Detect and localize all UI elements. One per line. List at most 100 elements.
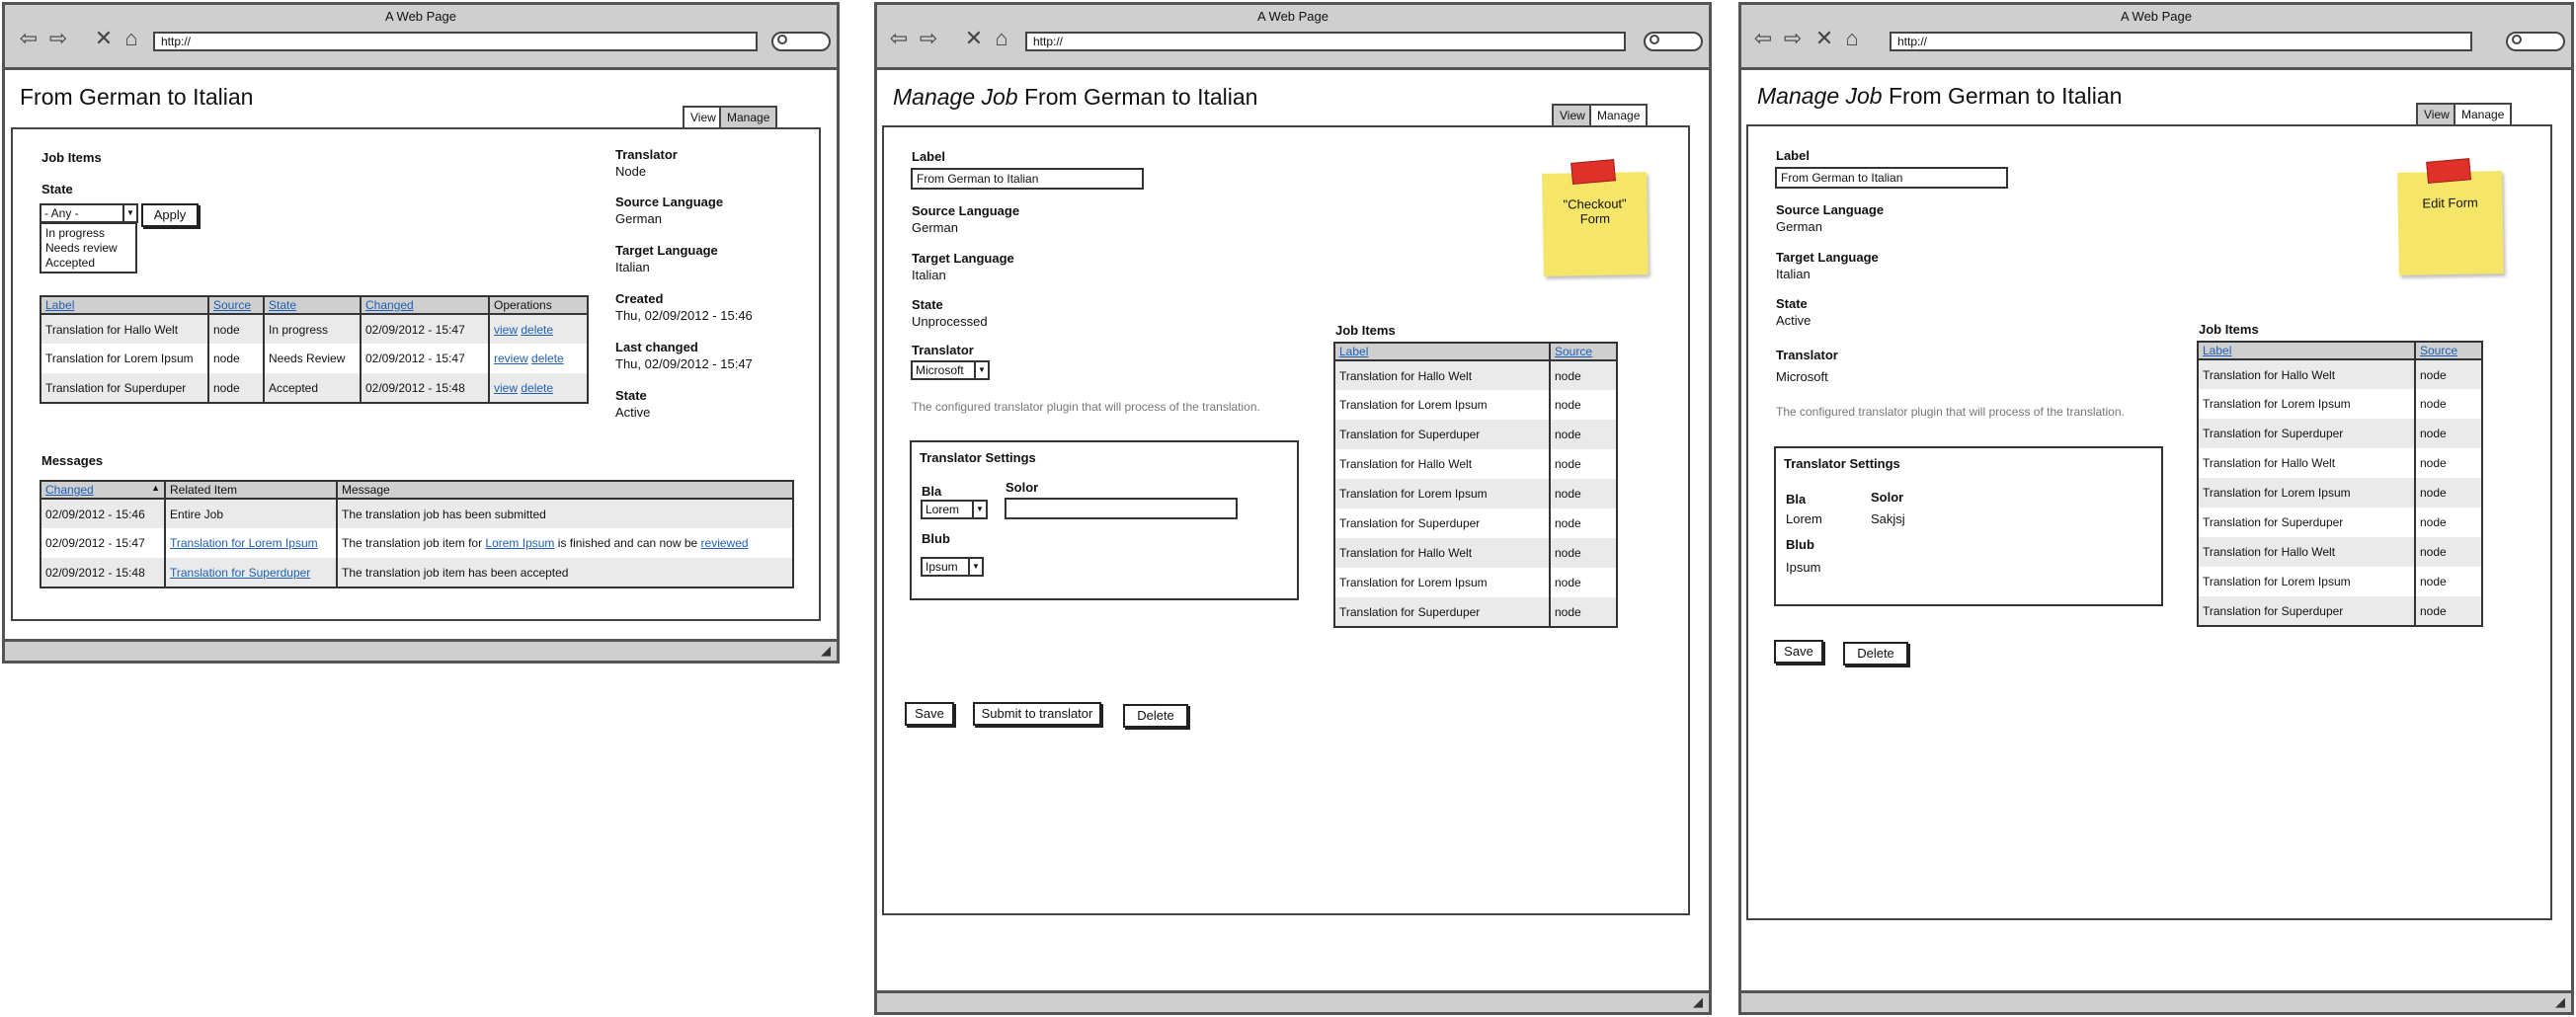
related-item-link[interactable]: Translation for Superduper (170, 566, 310, 580)
target-language-value: Italian (615, 260, 650, 274)
forward-icon[interactable]: ⇨ (44, 25, 72, 52)
column-header-label[interactable]: Label (1339, 345, 1368, 358)
resize-grip-icon[interactable]: ◢ (821, 643, 831, 659)
resize-grip-icon[interactable]: ◢ (1693, 994, 1703, 1010)
forward-icon[interactable]: ⇨ (915, 25, 942, 52)
stop-icon[interactable]: ✕ (90, 25, 118, 52)
save-button[interactable]: Save (905, 702, 954, 726)
delete-button[interactable]: Delete (1843, 642, 1908, 665)
home-icon[interactable]: ⌂ (1838, 25, 1866, 52)
blub-select[interactable]: Ipsum ▼ (921, 557, 984, 577)
cell-state: Accepted (264, 373, 362, 403)
state-filter-select[interactable]: - Any - ▼ (40, 203, 138, 223)
chevron-down-icon: ▼ (122, 205, 136, 221)
tab-view[interactable]: View (1552, 104, 1593, 125)
state-value: Unprocessed (912, 314, 988, 329)
forward-icon[interactable]: ⇨ (1779, 25, 1807, 52)
cell-source: node (2415, 508, 2483, 537)
search-box[interactable] (2506, 32, 2565, 51)
state-option[interactable]: Needs review (45, 241, 131, 256)
content-panel: Label From German to Italian Source Lang… (1746, 124, 2552, 920)
table-row: Translation for Hallo Welt node In progr… (40, 314, 589, 344)
sticky-note-text: Edit Form (2422, 195, 2478, 211)
cell-label: Translation for Hallo Welt (2198, 359, 2416, 389)
cell-related-item: Entire Job (165, 499, 338, 528)
sticky-note-text: "Checkout" Form (1563, 196, 1627, 227)
stop-icon[interactable]: ✕ (960, 25, 988, 52)
messages-heading: Messages (41, 453, 104, 468)
column-header-changed[interactable]: Changed (45, 483, 94, 497)
column-header-changed[interactable]: Changed (365, 298, 414, 312)
column-header-label[interactable]: Label (2203, 344, 2231, 357)
table-row: Translation for Hallo Welt node (1334, 449, 1618, 479)
cell-message: The translation job item has been accept… (337, 558, 794, 587)
reviewed-link[interactable]: reviewed (701, 536, 749, 550)
chevron-down-icon: ▼ (974, 362, 988, 378)
cell-source: node (1550, 390, 1618, 420)
column-header-source[interactable]: Source (1555, 345, 1592, 358)
apply-button[interactable]: Apply (141, 203, 199, 227)
source-language-value: German (1776, 219, 1822, 234)
delete-button[interactable]: Delete (1123, 704, 1188, 728)
back-icon[interactable]: ⇦ (15, 25, 42, 52)
status-bar: ◢ (5, 639, 837, 661)
delete-link[interactable]: delete (521, 323, 553, 337)
label-input[interactable]: From German to Italian (1775, 167, 2008, 189)
address-bar[interactable]: http:// (153, 32, 758, 51)
search-box[interactable] (771, 32, 831, 51)
stop-icon[interactable]: ✕ (1811, 25, 1838, 52)
tab-view[interactable]: View (683, 106, 724, 127)
address-bar[interactable]: http:// (1890, 32, 2472, 51)
view-link[interactable]: view (494, 381, 518, 395)
cell-source: node (208, 344, 265, 373)
cell-label: Translation for Superduper (2198, 419, 2416, 448)
translator-select[interactable]: Microsoft ▼ (911, 360, 990, 380)
label-input[interactable]: From German to Italian (911, 168, 1144, 190)
search-box[interactable] (1644, 32, 1703, 51)
translator-settings-title: Translator Settings (920, 450, 1036, 465)
column-header-source[interactable]: Source (213, 298, 251, 312)
column-header-label[interactable]: Label (45, 298, 74, 312)
job-state-label: State (615, 388, 647, 403)
address-bar[interactable]: http:// (1025, 32, 1626, 51)
home-icon[interactable]: ⌂ (988, 25, 1015, 52)
table-row: 02/09/2012 - 15:47 Translation for Lorem… (40, 528, 794, 558)
review-link[interactable]: review (494, 352, 528, 365)
search-icon (1650, 35, 1659, 44)
blub-label: Blub (922, 531, 950, 546)
bla-select[interactable]: Lorem ▼ (921, 500, 988, 519)
translator-select-value: Microsoft (916, 363, 964, 377)
source-language-value: German (912, 220, 958, 235)
search-icon (777, 35, 787, 44)
table-row: Translation for Hallo Welt node (1334, 538, 1618, 568)
column-header-source[interactable]: Source (2420, 344, 2457, 357)
job-items-table: Label Source State Changed Operations Tr… (40, 295, 589, 404)
cell-changed: 02/09/2012 - 15:48 (40, 558, 166, 587)
back-icon[interactable]: ⇦ (1749, 25, 1777, 52)
state-option[interactable]: In progress (45, 226, 131, 241)
tab-view[interactable]: View (2416, 103, 2457, 124)
cell-changed: 02/09/2012 - 15:46 (40, 499, 166, 528)
state-filter-label: State (41, 182, 73, 196)
delete-link[interactable]: delete (521, 381, 553, 395)
state-filter-value: - Any - (44, 206, 79, 220)
state-option[interactable]: Accepted (45, 256, 131, 271)
solor-input[interactable] (1005, 498, 1238, 519)
tab-manage[interactable]: Manage (719, 106, 778, 127)
column-header-state[interactable]: State (269, 298, 296, 312)
cell-label: Translation for Lorem Ipsum (1334, 568, 1551, 597)
cell-source: node (1550, 479, 1618, 508)
submit-to-translator-button[interactable]: Submit to translator (973, 702, 1101, 726)
save-button[interactable]: Save (1774, 640, 1823, 664)
solor-label: Solor (1871, 490, 1904, 505)
message-item-link[interactable]: Lorem Ipsum (485, 536, 554, 550)
home-icon[interactable]: ⌂ (118, 25, 145, 52)
view-link[interactable]: view (494, 323, 518, 337)
related-item-link[interactable]: Translation for Lorem Ipsum (170, 536, 318, 550)
pin-icon (2426, 158, 2471, 184)
tab-manage[interactable]: Manage (2454, 103, 2513, 124)
resize-grip-icon[interactable]: ◢ (2555, 994, 2565, 1010)
tab-manage[interactable]: Manage (1589, 104, 1649, 125)
back-icon[interactable]: ⇦ (885, 25, 913, 52)
delete-link[interactable]: delete (531, 352, 564, 365)
